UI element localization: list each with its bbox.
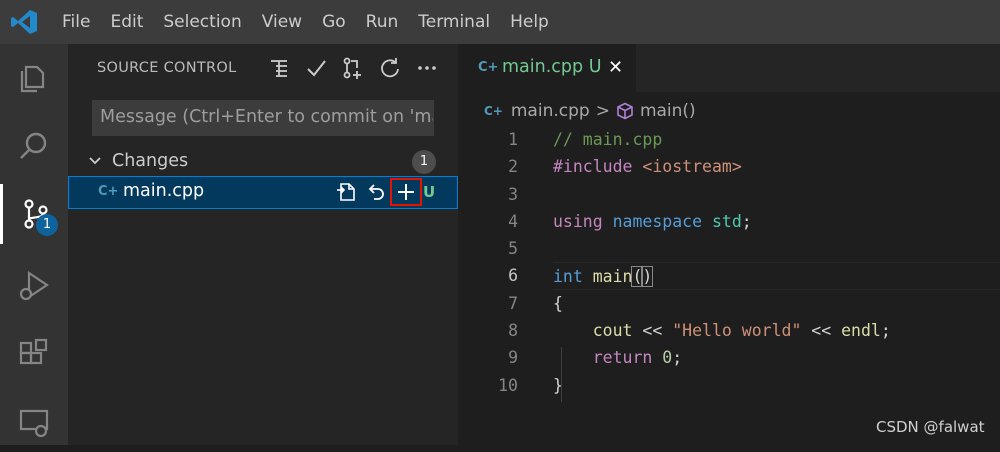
menu-view[interactable]: View [252, 0, 312, 44]
watermark: CSDN @falwat [876, 418, 985, 436]
identifier-cout: cout [553, 321, 633, 341]
untracked-status: U [423, 183, 436, 201]
number-literal: 0 [652, 348, 673, 368]
code-line: { [553, 290, 1000, 317]
explorer-icon[interactable] [0, 48, 68, 108]
bracket: ( [631, 266, 644, 288]
view-as-tree-icon[interactable] [260, 55, 297, 81]
line-number-current: 6 [508, 266, 518, 286]
file-row-actions [331, 178, 422, 206]
panel-actions [260, 55, 445, 81]
bracket: ) [641, 266, 654, 288]
keyword-namespace: namespace [602, 211, 703, 231]
punctuation: ; [741, 211, 752, 231]
extensions-icon[interactable] [0, 324, 68, 384]
refresh-icon[interactable] [371, 55, 408, 81]
identifier-endl: endl [841, 321, 881, 341]
menu-run[interactable]: Run [356, 0, 409, 44]
open-file-icon[interactable] [331, 179, 361, 205]
code-line: return 0; [553, 344, 1000, 371]
line-number: 5 [508, 239, 518, 259]
code-line: using namespace std; [553, 208, 1000, 235]
changes-label: Changes [112, 151, 189, 171]
editor-area: C+ main.cpp U ✕ C+ main.cpp > main() 1 2… [458, 44, 1000, 445]
source-control-panel: SOURCE CONTROL Message (Ctrl+Enter to co… [68, 44, 458, 445]
line-number-gutter: 1 2 3 4 5 6 7 8 9 10 [478, 126, 518, 399]
menu-terminal[interactable]: Terminal [408, 0, 500, 44]
code-line: } [553, 372, 1000, 399]
menu-selection[interactable]: Selection [153, 0, 251, 44]
cpp-file-icon: C+ [98, 184, 119, 199]
comment: // main.cpp [553, 130, 663, 149]
keyword-type: int [553, 267, 583, 287]
line-number: 1 [508, 130, 518, 149]
remote-explorer-icon[interactable] [0, 392, 68, 452]
changes-group-header[interactable]: Changes 1 [68, 146, 458, 176]
more-actions-icon[interactable] [408, 55, 445, 81]
keyword-return: return [553, 348, 653, 368]
commit-check-icon[interactable] [297, 55, 334, 81]
code-line-current: int main() [553, 262, 1000, 290]
changed-file-name: main.cpp [123, 181, 205, 201]
include-header: <iostream> [632, 157, 742, 177]
breadcrumb-symbol[interactable]: main() [640, 101, 696, 121]
panel-title: SOURCE CONTROL [97, 60, 237, 76]
source-control-icon[interactable] [0, 184, 68, 244]
cpp-file-icon: C+ [478, 60, 499, 75]
punctuation: ; [880, 321, 891, 341]
menu-edit[interactable]: Edit [100, 0, 153, 44]
changes-count-badge: 1 [412, 150, 436, 174]
code-line: #include <iostream> [553, 153, 1000, 180]
line-number: 10 [498, 375, 518, 395]
punctuation: ; [672, 348, 683, 368]
menu-go[interactable]: Go [312, 0, 356, 44]
code-editor[interactable]: // main.cpp #include <iostream> using na… [553, 126, 1000, 399]
function-name: main [582, 267, 633, 287]
commit-message-input[interactable]: Message (Ctrl+Enter to commit on 'ma... [92, 100, 434, 136]
operator: << [632, 321, 673, 341]
namespace-name: std [702, 211, 742, 231]
search-icon[interactable] [0, 116, 68, 176]
line-number: 4 [508, 211, 518, 231]
menu-bar: File Edit Selection View Go Run Terminal… [52, 0, 559, 44]
create-pull-request-icon[interactable] [334, 55, 371, 81]
string-literal: "Hello world" [672, 321, 802, 341]
stage-changes-icon[interactable] [390, 178, 422, 206]
breadcrumb-separator: > [595, 101, 610, 121]
line-number: 8 [508, 321, 518, 341]
tab-label: main.cpp U [502, 57, 602, 77]
line-number: 3 [508, 184, 518, 204]
discard-changes-icon[interactable] [361, 179, 391, 205]
source-control-badge: 1 [36, 214, 58, 236]
line-number: 7 [508, 293, 518, 313]
keyword-using: using [553, 211, 603, 231]
vscode-logo-icon [11, 10, 37, 34]
tab-main-cpp[interactable]: C+ main.cpp U ✕ [458, 44, 636, 92]
preprocessor-directive: #include [553, 157, 633, 177]
chevron-down-icon [89, 157, 101, 165]
changed-file-row[interactable]: C+ main.cpp U [68, 176, 458, 209]
symbol-method-icon [617, 102, 633, 120]
indent-guide [561, 347, 562, 402]
menu-help[interactable]: Help [500, 0, 559, 44]
line-number: 2 [508, 157, 518, 177]
cpp-file-icon: C+ [484, 104, 503, 118]
code-line: cout << "Hello world" << endl; [553, 317, 1000, 344]
activity-bar: 1 [0, 44, 68, 445]
menu-file[interactable]: File [52, 0, 100, 44]
breadcrumb: C+ main.cpp > main() [484, 99, 696, 123]
operator: << [801, 321, 842, 341]
brace: { [553, 293, 563, 313]
breadcrumb-file[interactable]: main.cpp [511, 101, 590, 121]
line-number: 9 [508, 348, 518, 368]
run-debug-icon[interactable] [0, 256, 68, 316]
tab-bar: C+ main.cpp U ✕ [458, 44, 1000, 92]
code-line: // main.cpp [553, 126, 1000, 153]
title-bar: File Edit Selection View Go Run Terminal… [0, 0, 1000, 44]
close-icon[interactable]: ✕ [608, 57, 623, 78]
